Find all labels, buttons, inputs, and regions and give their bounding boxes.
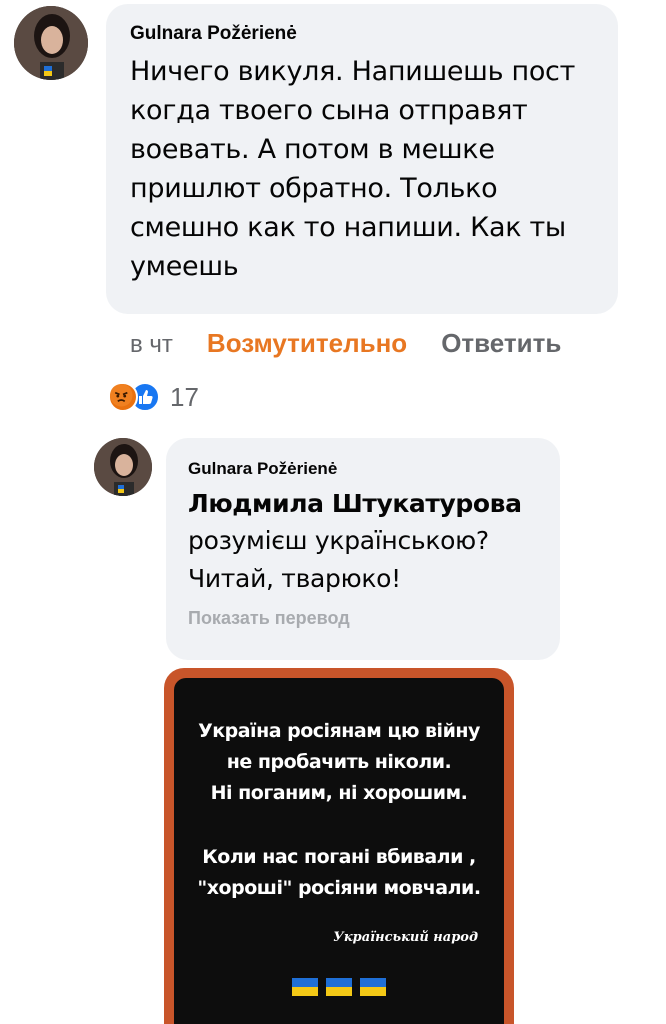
reply-bubble: Gulnara Požėrienė Людмила Штукатурова ро… — [166, 438, 560, 660]
ukraine-flag-icon — [360, 978, 386, 996]
flag-row — [174, 978, 504, 996]
reply-button[interactable]: Ответить — [441, 328, 561, 359]
attached-image[interactable]: Україна росіянам цю війну не пробачить н… — [164, 668, 514, 1024]
comment-timestamp[interactable]: в чт — [130, 331, 173, 359]
poster-line: Україна росіянам цю війну — [198, 720, 480, 742]
show-translation-link[interactable]: Показать перевод — [188, 608, 538, 629]
reply-text: розумієш українською? Читай, тварюко! — [188, 526, 489, 593]
ukraine-flag-icon — [326, 978, 352, 996]
poster-content: Україна росіянам цю війну не пробачить н… — [174, 678, 504, 1024]
reply-author[interactable]: Gulnara Požėrienė — [188, 458, 538, 480]
commenter-avatar[interactable] — [14, 6, 88, 80]
comment-author[interactable]: Gulnara Požėrienė — [130, 22, 594, 46]
poster-line: "хороші" росіяни мовчали. — [197, 877, 481, 899]
reaction-button[interactable]: Возмутительно — [207, 328, 407, 359]
poster-signature: Український народ — [333, 930, 478, 945]
poster-line: Коли нас погані вбивали , — [202, 846, 476, 868]
poster-line: Ні поганим, ні хорошим. — [210, 782, 468, 804]
reaction-count: 17 — [170, 381, 199, 412]
poster-text-block: Україна росіянам цю війну не пробачить н… — [174, 716, 504, 809]
mention-link[interactable]: Людмила Штукатурова — [188, 486, 538, 522]
poster-line: не пробачить ніколи. — [226, 751, 452, 773]
poster-text-block: Коли нас погані вбивали , "хороші" росія… — [174, 842, 504, 904]
reply-avatar[interactable] — [94, 438, 152, 496]
comment-bubble: Gulnara Požėrienė Ничего викуля. Напишеш… — [106, 4, 618, 314]
comment-text: Ничего викуля. Напишешь пост когда твоег… — [130, 56, 576, 282]
ukraine-flag-icon — [292, 978, 318, 996]
angry-icon — [108, 382, 138, 412]
comment-actions: в чт Возмутительно Ответить — [130, 328, 561, 364]
reaction-summary[interactable]: 17 — [108, 380, 199, 414]
